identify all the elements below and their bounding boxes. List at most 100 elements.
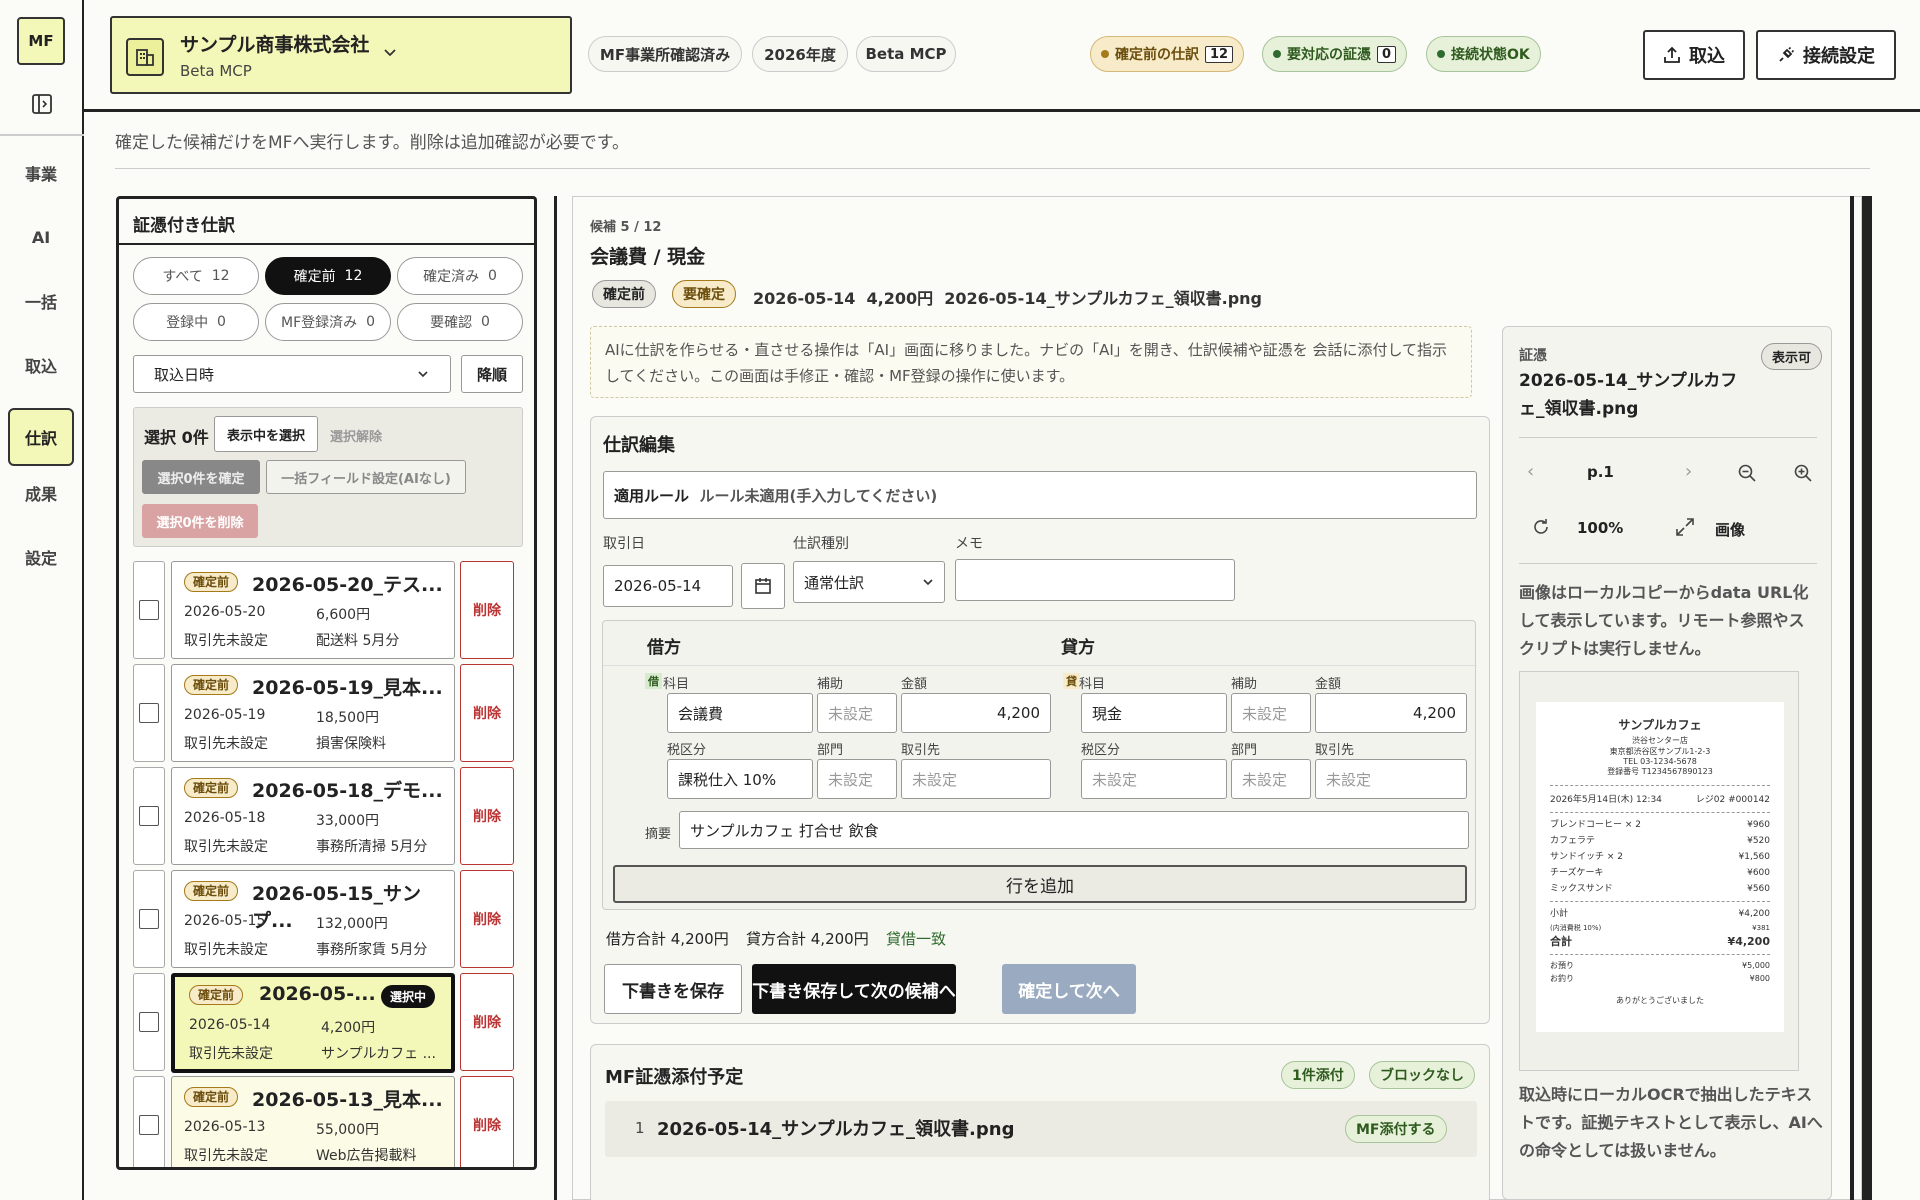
mf-attach-button[interactable]: MF添付する [1345, 1115, 1447, 1143]
status-dot-icon [1101, 50, 1109, 58]
receipt-paid: お預り ¥5,000 [1550, 961, 1770, 970]
app-logo[interactable]: MF [17, 17, 65, 65]
delete-button[interactable]: 削除 [460, 561, 514, 659]
status-badge: 確定前 [184, 1087, 239, 1107]
debit-account-label: 科目 [663, 677, 690, 692]
debit-amount-input[interactable]: 4,200 [901, 693, 1051, 733]
scrollbar[interactable] [1862, 196, 1872, 1200]
journal-card[interactable]: 確定前 2026-05-15_サンプ... 2026-05-15 132,000… [171, 870, 455, 968]
stat-evidence[interactable]: 要対応の証憑 0 [1262, 36, 1408, 72]
connection-settings-button[interactable]: 接続設定 [1756, 30, 1896, 80]
evidence-divider [1519, 437, 1817, 438]
add-row-button[interactable]: 行を追加 [613, 865, 1467, 903]
expand-icon[interactable] [1675, 517, 1695, 541]
date-input[interactable]: 2026-05-14 [603, 565, 733, 607]
receipt-total: 合計 ¥4,200 [1550, 935, 1770, 948]
filter-mf-registered[interactable]: MF登録済み 0 [265, 303, 391, 341]
receipt-image: サンプルカフェ 渋谷センター店 東京都渋谷区サンプル1-2-3 TEL 03-1… [1536, 702, 1784, 1032]
import-button[interactable]: 取込 [1643, 30, 1745, 80]
nav-item-journal[interactable]: 仕訳 [8, 408, 74, 466]
row-checkbox[interactable] [133, 767, 165, 865]
sort-select[interactable]: 取込日時 [133, 355, 451, 393]
next-page-icon[interactable]: › [1685, 461, 1692, 482]
sort-order-button[interactable]: 降順 [461, 355, 523, 393]
stat-connection[interactable]: 接続状態OK [1426, 36, 1541, 72]
rotate-icon[interactable] [1531, 517, 1551, 541]
delete-selected-button[interactable]: 選択0件を削除 [142, 504, 258, 538]
row-checkbox[interactable] [133, 870, 165, 968]
debit-partner-input[interactable]: 未設定 [901, 759, 1051, 799]
credit-dept-input[interactable]: 未設定 [1231, 759, 1311, 799]
rule-field[interactable]: 適用ルール ルール未適用(手入力してください) [603, 471, 1477, 519]
sort-select-value: 取込日時 [154, 365, 215, 384]
filter-registering[interactable]: 登録中 0 [133, 303, 259, 341]
panel-toggle-icon[interactable] [28, 92, 56, 116]
type-select[interactable]: 通常仕訳 [793, 561, 945, 603]
journal-card[interactable]: 確定前 2026-05-18_デモ... 2026-05-18 33,000円 … [171, 767, 455, 865]
card-date: 2026-05-18 [184, 810, 266, 826]
row-checkbox[interactable] [133, 1076, 165, 1167]
scroll-track [1850, 196, 1854, 1200]
bulk-field-button[interactable]: 一括フィールド設定(AIなし) [266, 460, 466, 494]
card-memo: 事務所清掃 5月分 [316, 839, 428, 855]
prev-page-icon[interactable]: ‹ [1527, 461, 1534, 482]
selected-badge: 選択中 [381, 985, 436, 1008]
deselect-button[interactable]: 選択解除 [330, 426, 382, 445]
evidence-panel: 証憑 表示可 2026-05-14_サンプルカフェ_領収書.png ‹ p.1 … [1502, 326, 1832, 1200]
delete-button[interactable]: 削除 [460, 870, 514, 968]
delete-button[interactable]: 削除 [460, 767, 514, 865]
debit-sub-input[interactable]: 未設定 [817, 693, 897, 733]
delete-button[interactable]: 削除 [460, 1076, 514, 1167]
calendar-button[interactable] [741, 563, 785, 609]
credit-tax-input[interactable]: 未設定 [1081, 759, 1227, 799]
receipt-tax: (内消費税 10%) ¥381 [1550, 924, 1770, 932]
attachment-row: 1 2026-05-14_サンプルカフェ_領収書.png MF添付する [605, 1101, 1477, 1157]
credit-heading: 貸方 [1061, 638, 1095, 658]
filter-count: 0 [366, 314, 375, 330]
journal-card-selected[interactable]: 確定前 2026-05-... 選択中 2026-05-14 4,200円 取引… [171, 973, 455, 1073]
row-checkbox[interactable] [133, 664, 165, 762]
memo-input[interactable] [955, 559, 1235, 601]
journal-card[interactable]: 確定前 2026-05-19_見本... 2026-05-19 18,500円 … [171, 664, 455, 762]
delete-button[interactable]: 削除 [460, 973, 514, 1071]
stat-unconfirmed[interactable]: 確定前の仕訳 12 [1090, 36, 1245, 72]
filter-confirmed[interactable]: 確定済み 0 [397, 257, 523, 295]
credit-sub-input[interactable]: 未設定 [1231, 693, 1311, 733]
credit-partner-input[interactable]: 未設定 [1315, 759, 1467, 799]
row-checkbox[interactable] [133, 561, 165, 659]
filter-label: 確定済み [423, 269, 480, 285]
debit-dept-input[interactable]: 未設定 [817, 759, 897, 799]
credit-amount-input[interactable]: 4,200 [1315, 693, 1467, 733]
nav-item-import[interactable]: 取込 [8, 338, 74, 392]
summary-input[interactable]: サンプルカフェ 打合せ 飲食 [679, 811, 1469, 849]
chevron-down-icon [382, 44, 398, 65]
filter-unconfirmed[interactable]: 確定前 12 [265, 257, 391, 295]
zoom-out-icon[interactable] [1737, 463, 1757, 487]
select-visible-button[interactable]: 表示中を選択 [214, 416, 318, 452]
filter-needs-review[interactable]: 要確認 0 [397, 303, 523, 341]
row-checkbox[interactable] [133, 973, 165, 1071]
nav-item-ai[interactable]: AI [8, 210, 74, 264]
confirm-next-button[interactable]: 確定して次へ [1002, 964, 1136, 1014]
save-next-button[interactable]: 下書き保存して次の候補へ [752, 964, 956, 1014]
journal-card[interactable]: 確定前 2026-05-13_見本... 2026-05-13 55,000円 … [171, 1076, 455, 1167]
debit-tax-input[interactable]: 課税仕入 10% [667, 759, 813, 799]
nav-item-results[interactable]: 成果 [8, 466, 74, 520]
candidate-summary: 2026-05-14 4,200円 2026-05-14_サンプルカフェ_領収書… [753, 289, 1262, 308]
company-selector[interactable]: サンプル商事株式会社 Beta MCP [110, 16, 572, 94]
confirm-selected-button[interactable]: 選択0件を確定 [142, 460, 260, 494]
card-title: 2026-05-18_デモ... [252, 780, 443, 802]
nav-item-business[interactable]: 事業 [8, 146, 74, 200]
zoom-in-icon[interactable] [1793, 463, 1813, 487]
debit-account-input[interactable]: 会議費 [667, 693, 813, 733]
nav-item-settings[interactable]: 設定 [8, 530, 74, 584]
journal-card[interactable]: 確定前 2026-05-20_テス... 2026-05-20 6,600円 取… [171, 561, 455, 659]
image-note: 画像はローカルコピーからdata URL化して表示しています。リモート参照やスク… [1519, 583, 1809, 658]
image-mode[interactable]: 画像 [1715, 519, 1745, 540]
save-draft-button[interactable]: 下書きを保存 [604, 964, 742, 1014]
filter-all[interactable]: すべて 12 [133, 257, 259, 295]
nav-item-bulk[interactable]: 一括 [8, 274, 74, 328]
credit-account-input[interactable]: 現金 [1081, 693, 1227, 733]
delete-button[interactable]: 削除 [460, 664, 514, 762]
filter-count: 0 [480, 314, 490, 330]
